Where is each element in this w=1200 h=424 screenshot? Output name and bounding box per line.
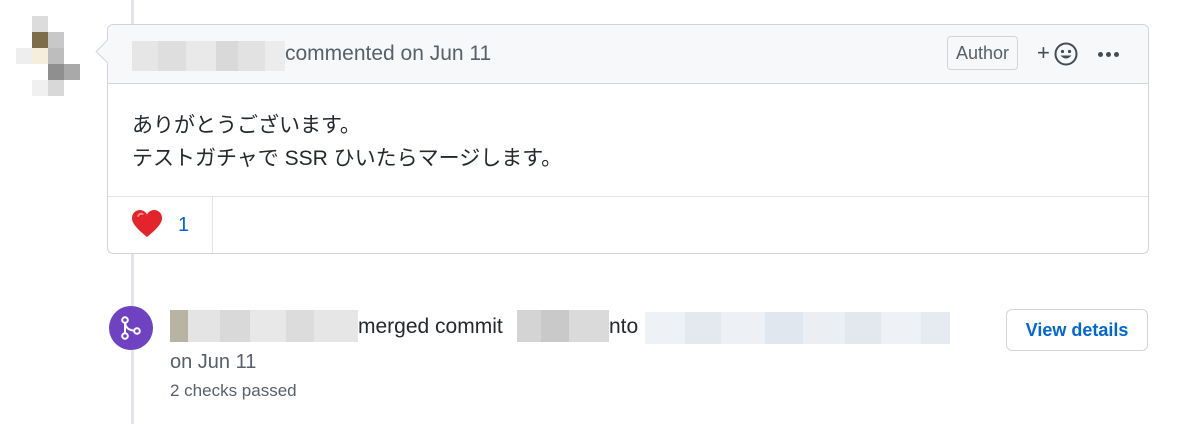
author-badge: Author [947,36,1018,70]
git-merge-icon [109,306,153,350]
avatar[interactable] [16,16,80,96]
checks-status[interactable]: 2 checks passed [170,380,297,402]
branch-name-redacted[interactable] [645,312,950,344]
merge-into-text: nto [609,315,639,338]
comment-header: commented on Jun 11 Author + [108,25,1148,84]
plus-icon: + [1037,40,1050,65]
merger-name-redacted[interactable] [170,310,358,342]
kebab-icon[interactable] [1096,41,1122,65]
add-reaction-button[interactable]: + [1036,39,1080,69]
comment-body: ありがとうございます。 テストガチャで SSR ひいたらマージします。 [132,109,562,175]
comment-box: commented on Jun 11 Author + ありがとうございます。… [95,24,1149,254]
merge-action-text: merged commit [358,315,503,338]
commit-sha-redacted[interactable] [517,310,609,342]
heart-icon [132,210,162,237]
reaction-count: 1 [178,214,190,236]
comment-header-action: commented on Jun 11 [285,42,492,65]
heart-reaction-button[interactable]: 1 [108,197,213,253]
reactions-bar: 1 [108,196,1148,253]
view-details-button[interactable]: View details [1006,309,1148,351]
author-name-redacted[interactable] [132,41,285,71]
comment-line: ありがとうございます。 [132,114,361,137]
merge-date: on Jun 11 [170,351,257,373]
smiley-icon [1054,42,1078,66]
comment-line: テストガチャで SSR ひいたらマージします。 [132,147,563,170]
